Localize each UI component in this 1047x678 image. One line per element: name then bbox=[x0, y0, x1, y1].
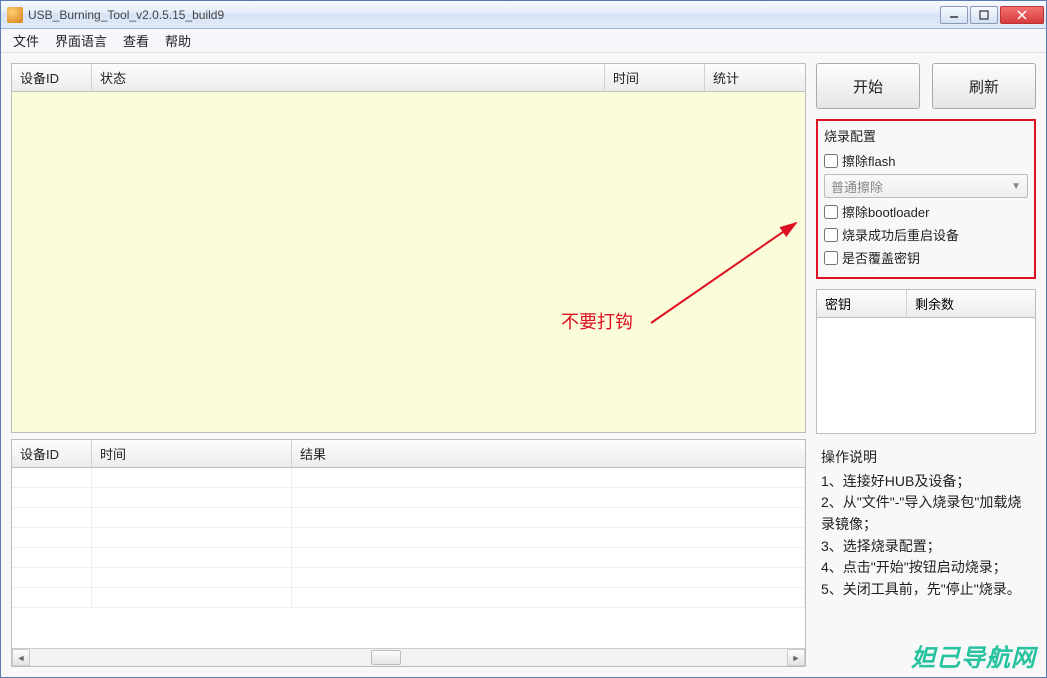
table-row bbox=[12, 588, 805, 608]
devices-grid: 设备ID 状态 时间 统计 bbox=[11, 63, 806, 433]
app-window: USB_Burning_Tool_v2.0.5.15_build9 文件 界面语… bbox=[0, 0, 1047, 678]
col2-result[interactable]: 结果 bbox=[292, 440, 805, 467]
scroll-track[interactable] bbox=[30, 649, 787, 666]
col-key[interactable]: 密钥 bbox=[817, 290, 907, 317]
right-column: 开始 刷新 烧录配置 擦除flash 普通擦除 ▼ 擦除bootloader bbox=[816, 63, 1036, 667]
config-legend: 烧录配置 bbox=[824, 126, 1028, 145]
refresh-button[interactable]: 刷新 bbox=[932, 63, 1036, 109]
table-row bbox=[12, 508, 805, 528]
app-icon bbox=[7, 7, 23, 23]
left-column: 设备ID 状态 时间 统计 设备ID 时间 结果 bbox=[11, 63, 806, 667]
erase-bootloader-label: 擦除bootloader bbox=[842, 202, 929, 221]
col-remaining[interactable]: 剩余数 bbox=[907, 290, 1035, 317]
erase-flash-checkbox[interactable] bbox=[824, 154, 838, 168]
window-buttons bbox=[940, 6, 1044, 24]
scroll-thumb[interactable] bbox=[371, 650, 401, 665]
chevron-down-icon: ▼ bbox=[1011, 181, 1021, 192]
override-key-label: 是否覆盖密钥 bbox=[842, 248, 920, 267]
reboot-label: 烧录成功后重启设备 bbox=[842, 225, 959, 244]
results-grid-body bbox=[12, 468, 805, 648]
minimize-button[interactable] bbox=[940, 6, 968, 24]
erase-bootloader-option[interactable]: 擦除bootloader bbox=[824, 200, 1028, 223]
col-status[interactable]: 状态 bbox=[92, 64, 605, 91]
table-row bbox=[12, 468, 805, 488]
titlebar[interactable]: USB_Burning_Tool_v2.0.5.15_build9 bbox=[1, 1, 1046, 29]
scroll-right-icon[interactable]: ► bbox=[787, 649, 805, 666]
table-row bbox=[12, 528, 805, 548]
erase-flash-option[interactable]: 擦除flash bbox=[824, 149, 1028, 172]
start-button[interactable]: 开始 bbox=[816, 63, 920, 109]
client-area: 设备ID 状态 时间 统计 设备ID 时间 结果 bbox=[1, 53, 1046, 677]
erase-bootloader-checkbox[interactable] bbox=[824, 205, 838, 219]
results-grid-header: 设备ID 时间 结果 bbox=[12, 440, 805, 468]
instructions: 操作说明 1、连接好HUB及设备； 2、从"文件"-"导入烧录包"加载烧录镜像；… bbox=[816, 444, 1036, 602]
key-grid-header: 密钥 剩余数 bbox=[817, 290, 1035, 318]
burn-config-group: 烧录配置 擦除flash 普通擦除 ▼ 擦除bootloader 烧录成功后重启… bbox=[816, 119, 1036, 279]
menu-view[interactable]: 查看 bbox=[117, 29, 155, 52]
reboot-checkbox[interactable] bbox=[824, 228, 838, 242]
action-buttons: 开始 刷新 bbox=[816, 63, 1036, 109]
instruction-line: 1、连接好HUB及设备； bbox=[821, 471, 1035, 493]
instruction-line: 4、点击"开始"按钮启动烧录； bbox=[821, 557, 1035, 579]
menubar: 文件 界面语言 查看 帮助 bbox=[1, 29, 1046, 53]
col2-time[interactable]: 时间 bbox=[92, 440, 292, 467]
horizontal-scrollbar[interactable]: ◄ ► bbox=[12, 648, 805, 666]
col-time[interactable]: 时间 bbox=[605, 64, 705, 91]
results-grid: 设备ID 时间 结果 ◄ ► bbox=[11, 439, 806, 667]
menu-help[interactable]: 帮助 bbox=[159, 29, 197, 52]
window-title: USB_Burning_Tool_v2.0.5.15_build9 bbox=[28, 8, 940, 22]
override-key-option[interactable]: 是否覆盖密钥 bbox=[824, 246, 1028, 269]
instruction-line: 5、关闭工具前，先"停止"烧录。 bbox=[821, 579, 1035, 601]
key-grid: 密钥 剩余数 bbox=[816, 289, 1036, 434]
reboot-option[interactable]: 烧录成功后重启设备 bbox=[824, 223, 1028, 246]
devices-grid-header: 设备ID 状态 时间 统计 bbox=[12, 64, 805, 92]
devices-grid-body bbox=[12, 92, 805, 432]
watermark: 妲己导航网 bbox=[911, 638, 1036, 673]
table-row bbox=[12, 488, 805, 508]
col-device-id[interactable]: 设备ID bbox=[12, 64, 92, 91]
key-grid-body bbox=[817, 318, 1035, 433]
erase-flash-label: 擦除flash bbox=[842, 151, 895, 170]
close-button[interactable] bbox=[1000, 6, 1044, 24]
col2-device-id[interactable]: 设备ID bbox=[12, 440, 92, 467]
menu-file[interactable]: 文件 bbox=[7, 29, 45, 52]
instruction-line: 3、选择烧录配置； bbox=[821, 536, 1035, 558]
maximize-button[interactable] bbox=[970, 6, 998, 24]
instructions-title: 操作说明 bbox=[821, 447, 1035, 469]
erase-mode-value: 普通擦除 bbox=[831, 177, 883, 196]
erase-mode-combo[interactable]: 普通擦除 ▼ bbox=[824, 174, 1028, 198]
menu-language[interactable]: 界面语言 bbox=[49, 29, 113, 52]
table-row bbox=[12, 568, 805, 588]
override-key-checkbox[interactable] bbox=[824, 251, 838, 265]
scroll-left-icon[interactable]: ◄ bbox=[12, 649, 30, 666]
instruction-line: 2、从"文件"-"导入烧录包"加载烧录镜像； bbox=[821, 492, 1035, 535]
col-stats[interactable]: 统计 bbox=[705, 64, 805, 91]
table-row bbox=[12, 548, 805, 568]
